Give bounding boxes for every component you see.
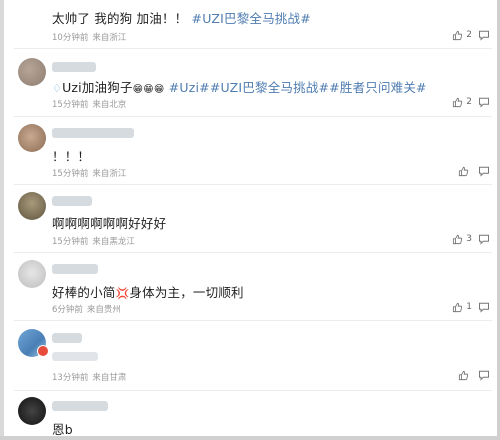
username-blurred[interactable] bbox=[52, 128, 134, 138]
thumbs-up-icon bbox=[453, 97, 463, 107]
comment-actions: 2 bbox=[452, 96, 490, 108]
reply-button[interactable] bbox=[478, 162, 490, 181]
window-frame-left bbox=[0, 0, 4, 440]
reply-button[interactable] bbox=[478, 298, 490, 317]
window-frame-bottom bbox=[0, 436, 500, 440]
comment-icon bbox=[479, 302, 489, 313]
comment-actions bbox=[458, 165, 490, 177]
comment-icon bbox=[479, 166, 489, 177]
like-button[interactable]: 2 bbox=[452, 30, 472, 41]
comment-meta: 15分钟前 来自浙江 bbox=[52, 169, 127, 179]
thumbs-up-icon bbox=[453, 234, 463, 244]
avatar[interactable] bbox=[18, 260, 46, 288]
avatar[interactable] bbox=[18, 397, 46, 425]
comment-meta: 13分钟前 来自甘肃 bbox=[52, 373, 127, 383]
divider bbox=[14, 252, 492, 253]
username-blurred[interactable] bbox=[52, 196, 92, 206]
comment-icon bbox=[479, 234, 489, 245]
topic-link[interactable]: #Uzi##UZI巴黎全马挑战##胜者只问难关# bbox=[169, 80, 427, 95]
thumbs-up-icon bbox=[453, 302, 463, 312]
like-button[interactable] bbox=[458, 370, 472, 381]
like-button[interactable]: 2 bbox=[452, 97, 472, 108]
username-blurred[interactable] bbox=[52, 401, 108, 411]
divider bbox=[14, 48, 492, 49]
diamond-icon: ♢ bbox=[52, 82, 63, 95]
like-button[interactable] bbox=[458, 166, 472, 177]
divider bbox=[14, 116, 492, 117]
divider bbox=[14, 320, 492, 321]
reply-button[interactable] bbox=[478, 93, 490, 112]
comment-text: 恩b bbox=[52, 422, 73, 437]
comment-icon bbox=[479, 97, 489, 108]
comment-text: ！！！ bbox=[52, 149, 91, 164]
username-blurred[interactable] bbox=[52, 62, 96, 72]
username-blurred[interactable] bbox=[52, 333, 82, 343]
avatar[interactable] bbox=[18, 58, 46, 86]
comment-text: ♢Uzi加油狗子😁😁😁 #Uzi##UZI巴黎全马挑战##胜者只问难关# bbox=[52, 80, 427, 95]
like-button[interactable]: 1 bbox=[452, 302, 472, 313]
comment-meta: 10分钟前 来自浙江 bbox=[52, 33, 127, 43]
comment-meta: 15分钟前 来自黑龙江 bbox=[52, 237, 135, 247]
comment-text: 啊啊啊啊啊啊好好好 bbox=[52, 216, 167, 231]
comment-meta: 15分钟前 来自北京 bbox=[52, 100, 127, 110]
comment-actions: 2 bbox=[452, 29, 490, 41]
comment-meta: 6分钟前 来自贵州 bbox=[52, 305, 121, 315]
comment-actions: 1 bbox=[452, 301, 490, 313]
comment-icon bbox=[479, 370, 489, 381]
topic-link[interactable]: #UZI巴黎全马挑战# bbox=[192, 11, 311, 26]
comment-text: 好棒的小简💢身体为主，一切顺利 bbox=[52, 285, 244, 300]
comment-text: 太帅了 我的狗 加油！！ #UZI巴黎全马挑战# bbox=[52, 11, 311, 26]
verified-badge-icon bbox=[37, 345, 49, 357]
avatar[interactable] bbox=[18, 124, 46, 152]
comment-text-blurred bbox=[52, 352, 98, 361]
comment-actions bbox=[458, 369, 490, 381]
thumbs-up-icon bbox=[458, 370, 469, 380]
heart-icon: 💢 bbox=[115, 287, 130, 300]
like-button[interactable]: 3 bbox=[452, 234, 472, 245]
reply-button[interactable] bbox=[478, 230, 490, 249]
comment-icon bbox=[479, 30, 489, 41]
reply-button[interactable] bbox=[478, 26, 490, 45]
avatar[interactable] bbox=[18, 192, 46, 220]
username-blurred[interactable] bbox=[52, 264, 98, 274]
reply-button[interactable] bbox=[478, 366, 490, 385]
divider bbox=[14, 390, 492, 391]
divider bbox=[14, 184, 492, 185]
comment-actions: 3 bbox=[452, 233, 490, 245]
thumbs-up-icon bbox=[453, 30, 463, 40]
thumbs-up-icon bbox=[458, 166, 469, 176]
